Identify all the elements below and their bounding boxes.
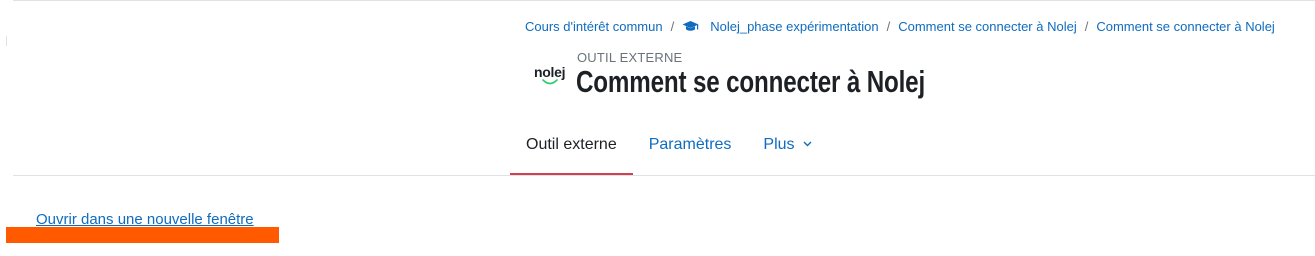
tab-parametres[interactable]: Paramètres [633,124,748,176]
activity-type-label: OUTIL EXTERNE [577,50,683,65]
graduation-cap-icon [682,20,699,33]
redaction-bar [6,227,279,243]
breadcrumb-item-section[interactable]: Nolej_phase expérimentation [682,19,879,34]
left-edge-mark [6,36,7,46]
breadcrumb-item-activity[interactable]: Comment se connecter à Nolej [898,19,1076,34]
tab-label: Paramètres [648,136,732,153]
secondary-navigation: Outil externe Paramètres Plus [510,124,828,176]
page-title: Comment se connecter à Nolej [576,64,926,99]
logo-text: nolej [534,64,566,80]
open-in-new-window-link[interactable]: Ouvrir dans une nouvelle fenêtre [36,211,254,228]
tab-outil-externe[interactable]: Outil externe [510,124,633,176]
tab-label: Outil externe [526,136,617,153]
logo-smile [542,79,558,85]
breadcrumb-separator: / [886,19,891,34]
breadcrumb-separator: / [670,19,675,34]
breadcrumb-item-section-label: Nolej_phase expérimentation [710,19,879,34]
chevron-down-icon [803,141,812,147]
nolej-logo-icon: nolej [532,64,568,90]
breadcrumb-separator: / [1084,19,1089,34]
breadcrumb: Cours d'intérêt commun / Nolej_phase exp… [525,19,1275,34]
top-divider [13,0,1315,1]
tab-label: Plus [763,136,795,153]
breadcrumb-item-course[interactable]: Cours d'intérêt commun [525,19,663,34]
tab-plus[interactable]: Plus [747,124,828,176]
navigation-divider [13,175,1315,176]
breadcrumb-item-current[interactable]: Comment se connecter à Nolej [1096,19,1274,34]
